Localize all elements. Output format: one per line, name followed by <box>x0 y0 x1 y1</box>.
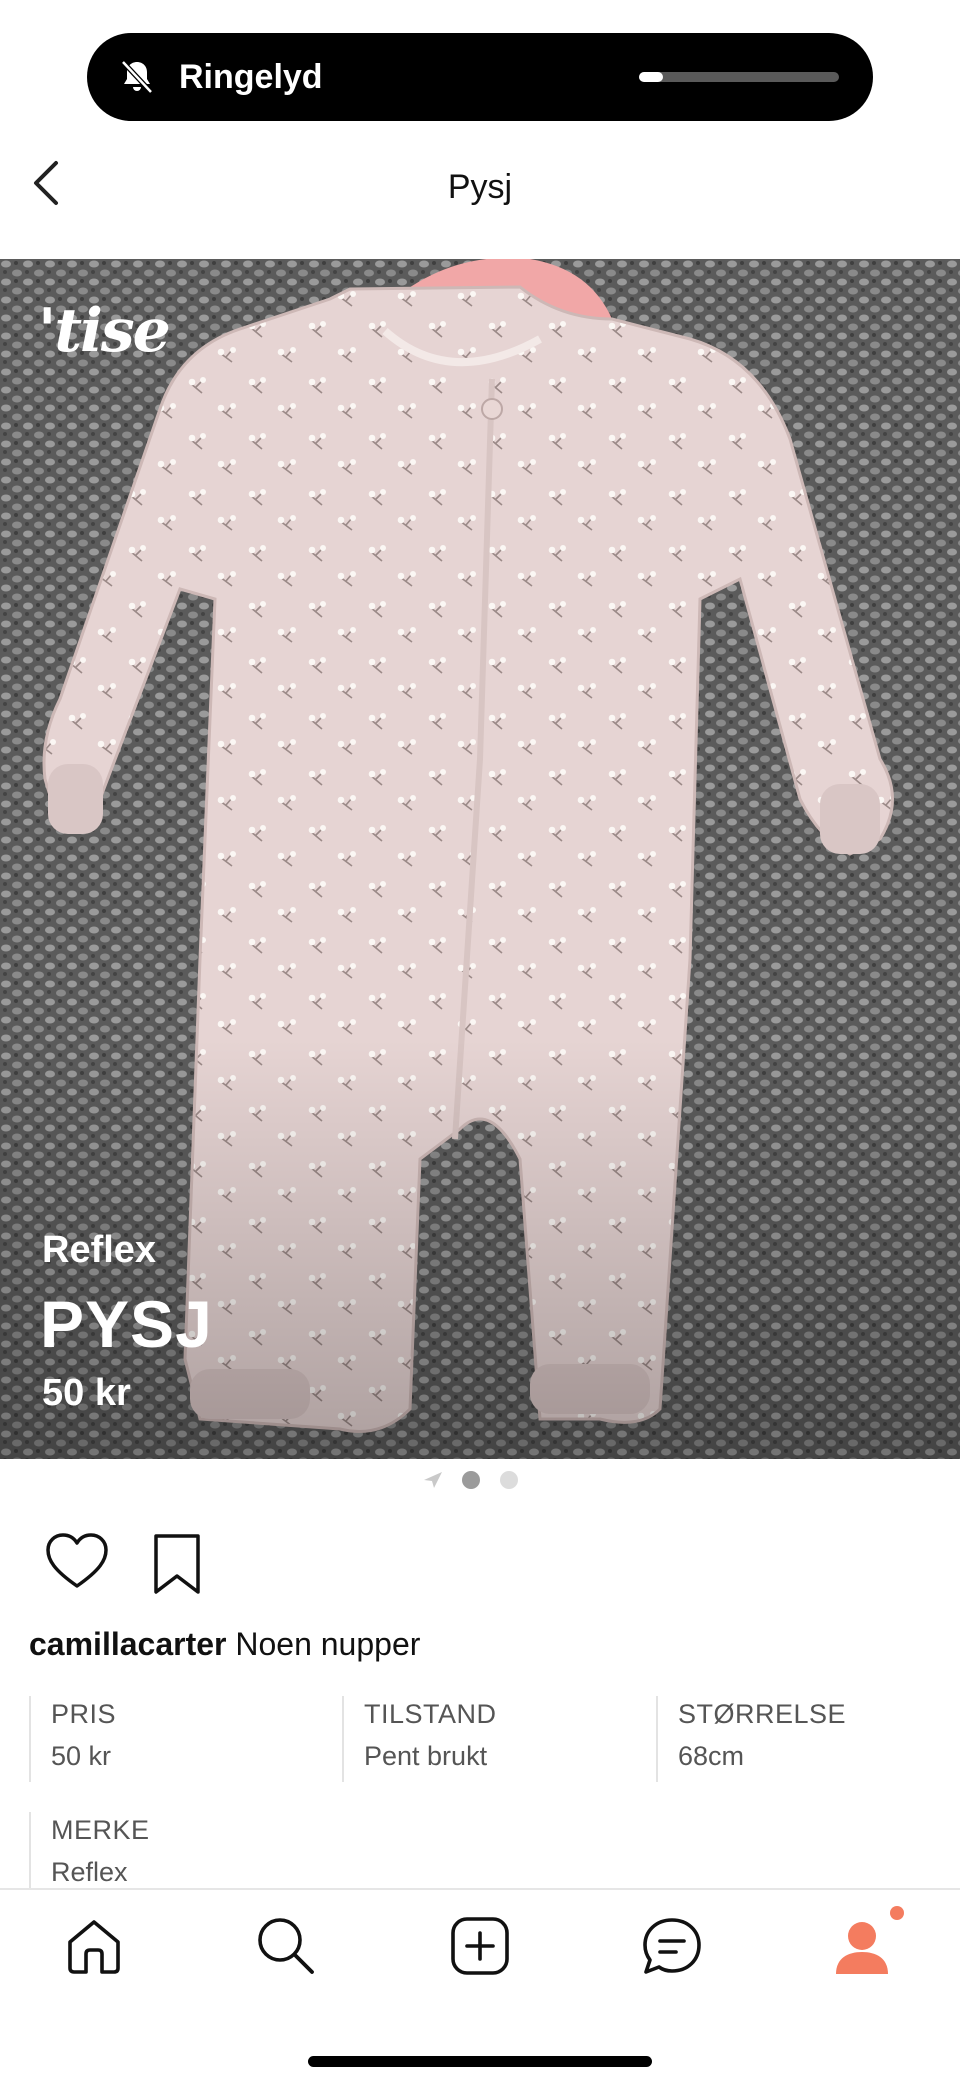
bookmark-icon[interactable] <box>150 1532 204 1596</box>
like-heart-icon[interactable] <box>44 1532 110 1592</box>
page-title: Pysj <box>447 168 513 206</box>
search-icon[interactable] <box>254 1914 318 1978</box>
caption-text: Noen nupper <box>235 1626 421 1662</box>
detail-key: MERKE <box>51 1815 150 1845</box>
detail-price: PRIS 50 kr <box>29 1696 116 1782</box>
detail-brand: MERKE Reflex <box>29 1812 150 1898</box>
detail-size: STØRRELSE 68cm <box>656 1696 846 1782</box>
listing-caption: camillacarter Noen nupper <box>29 1622 420 1666</box>
notification-dot <box>890 1906 904 1920</box>
pager-dot[interactable] <box>500 1471 518 1489</box>
detail-value: 68cm <box>678 1741 745 1771</box>
bell-muted-icon <box>121 60 153 94</box>
home-icon[interactable] <box>62 1914 126 1978</box>
product-image[interactable] <box>0 259 960 1459</box>
add-icon[interactable] <box>448 1914 512 1978</box>
detail-value: 50 kr <box>51 1741 112 1771</box>
detail-value: Reflex <box>51 1857 128 1887</box>
tise-logo: 'tise <box>38 296 171 366</box>
product-photo <box>0 259 960 1459</box>
detail-key: PRIS <box>51 1699 117 1729</box>
home-indicator <box>308 2056 652 2067</box>
seller-username[interactable]: camillacarter <box>29 1626 226 1662</box>
overlay-brand: Reflex <box>42 1229 157 1271</box>
pager-dot[interactable] <box>462 1471 480 1489</box>
location-arrow-icon <box>424 1472 442 1488</box>
overlay-price: 50 kr <box>42 1372 131 1414</box>
ringer-label: Ringelyd <box>179 58 323 96</box>
detail-key: STØRRELSE <box>678 1699 847 1729</box>
ringer-status-pill: Ringelyd <box>87 33 873 121</box>
volume-bar-fill <box>639 72 663 82</box>
detail-condition: TILSTAND Pent brukt <box>342 1696 497 1782</box>
overlay-product-name: PYSJ <box>40 1287 213 1361</box>
volume-bar <box>639 72 839 82</box>
profile-icon[interactable] <box>832 1914 896 1978</box>
messages-icon[interactable] <box>640 1914 704 1978</box>
detail-key: TILSTAND <box>364 1699 497 1729</box>
detail-value: Pent brukt <box>364 1741 488 1771</box>
